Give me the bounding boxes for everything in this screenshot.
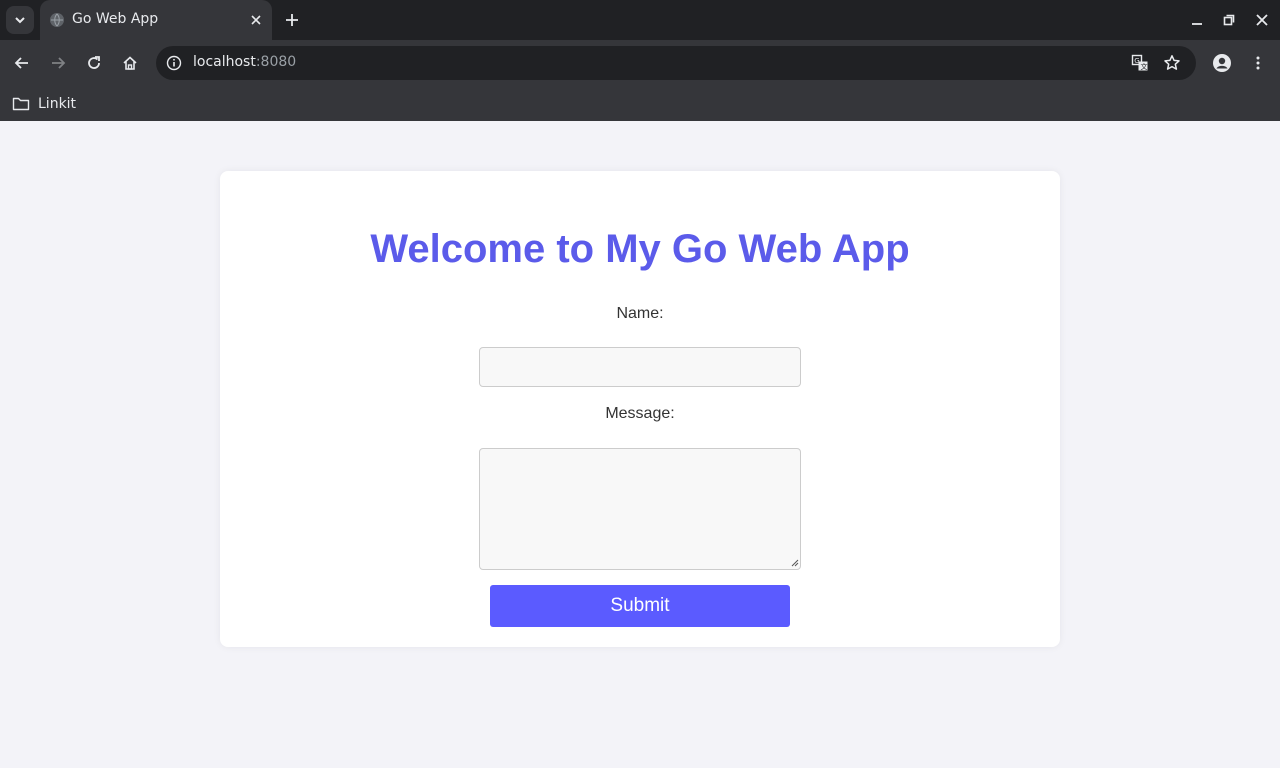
folder-icon (12, 97, 30, 111)
svg-text:文: 文 (1141, 62, 1148, 71)
resize-handle-icon[interactable] (791, 559, 799, 567)
home-icon (123, 56, 137, 70)
url-text[interactable]: localhost:8080 (193, 54, 296, 70)
site-info-icon[interactable] (164, 53, 184, 73)
active-tab[interactable]: Go Web App (40, 0, 272, 40)
url-port: :8080 (255, 54, 297, 70)
home-button[interactable] (116, 49, 144, 77)
reload-button[interactable] (80, 49, 108, 77)
globe-icon (50, 13, 64, 27)
bookmark-star-icon[interactable] (1162, 53, 1182, 73)
restore-icon (1223, 14, 1235, 26)
close-icon (251, 15, 261, 25)
name-label: Name: (616, 305, 664, 322)
form-card: Welcome to My Go Web App Name: Message: … (220, 171, 1060, 647)
tab-search-button[interactable] (6, 6, 34, 34)
page-viewport: Welcome to My Go Web App Name: Message: … (0, 121, 1280, 768)
submit-button[interactable]: Submit (490, 585, 790, 627)
restore-button[interactable] (1217, 8, 1241, 32)
kebab-menu-icon (1256, 56, 1260, 70)
back-button[interactable] (8, 49, 36, 77)
message-textarea[interactable] (479, 448, 801, 570)
page-title: Welcome to My Go Web App (370, 227, 910, 271)
arrow-left-icon (14, 57, 28, 69)
tab-close-button[interactable] (246, 10, 266, 30)
new-tab-button[interactable] (280, 8, 304, 32)
profile-button[interactable] (1208, 49, 1236, 77)
forward-button[interactable] (44, 49, 72, 77)
reload-icon (88, 56, 100, 69)
tab-title: Go Web App (72, 11, 159, 27)
message-label: Message: (605, 405, 675, 422)
menu-button[interactable] (1244, 49, 1272, 77)
avatar-icon (1213, 54, 1231, 72)
address-bar[interactable]: localhost:8080 G文 (156, 46, 1196, 80)
svg-text:G: G (1134, 57, 1139, 65)
url-host: localhost (193, 54, 256, 70)
bookmark-folder-linkit[interactable]: Linkit (12, 91, 76, 117)
translate-icon[interactable]: G文 (1130, 53, 1150, 73)
plus-icon (286, 14, 298, 26)
bookmark-label: Linkit (38, 96, 77, 112)
close-window-button[interactable] (1250, 8, 1274, 32)
name-input[interactable] (479, 347, 801, 387)
bookmarks-bar: Linkit (0, 86, 1280, 121)
minimize-button[interactable] (1185, 8, 1209, 32)
tab-strip: Go Web App (0, 0, 1280, 40)
arrow-right-icon (52, 57, 66, 69)
close-icon (1256, 14, 1268, 26)
minimize-icon (1192, 23, 1202, 25)
chevron-down-icon (15, 17, 25, 24)
browser-toolbar: localhost:8080 G文 (0, 40, 1280, 86)
